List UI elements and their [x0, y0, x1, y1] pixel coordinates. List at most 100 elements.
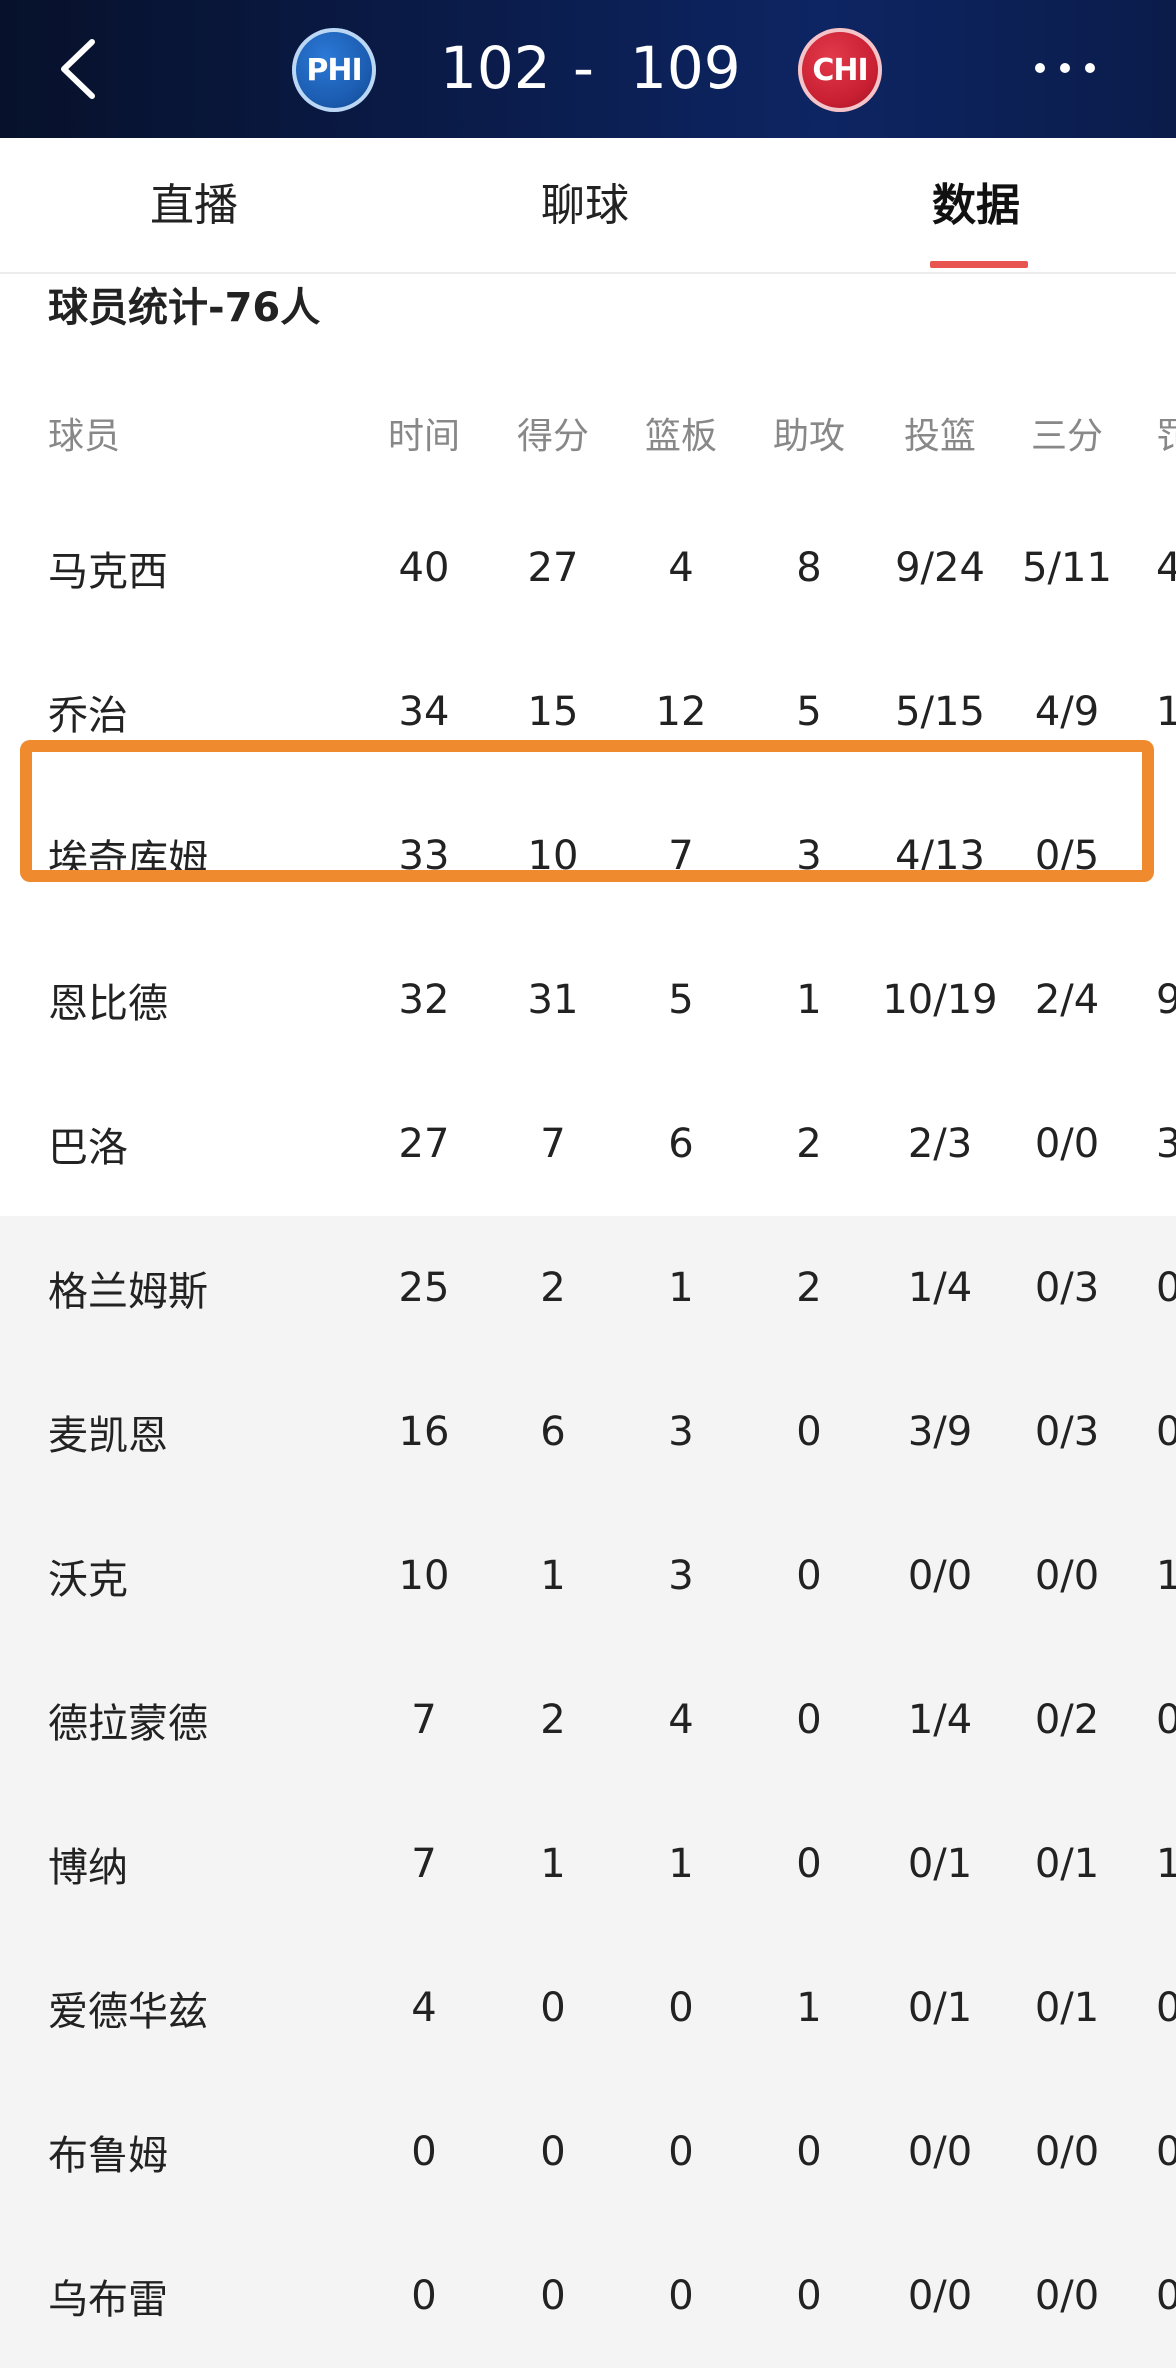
highlight-box — [20, 740, 1154, 882]
table-row[interactable]: 马克西 40 27 4 8 9/24 5/11 4 — [0, 496, 1176, 640]
player-name: 巴洛 — [48, 1125, 128, 1171]
player-name: 恩比德 — [48, 981, 168, 1027]
assists-cell: 0 — [796, 2273, 822, 2319]
field-goals-cell: 3/9 — [907, 1409, 973, 1455]
points-cell: 6 — [540, 1409, 566, 1455]
table-row[interactable]: 德拉蒙德 7 2 4 0 1/4 0/2 0 — [0, 1648, 1176, 1792]
three-pointers-cell: 0/1 — [1034, 1985, 1100, 2031]
minutes-cell: 32 — [398, 977, 450, 1023]
header-field-goals: 投篮 — [903, 416, 976, 457]
points-cell: 1 — [540, 1841, 566, 1887]
assists-cell: 1 — [796, 1985, 822, 2031]
field-goals-cell: 9/24 — [895, 545, 985, 591]
points-cell: 1 — [540, 1553, 566, 1599]
header-points: 得分 — [516, 416, 589, 457]
table-row[interactable]: 格兰姆斯 25 2 1 2 1/4 0/3 0 — [0, 1216, 1176, 1360]
header-player: 球员 — [48, 416, 121, 457]
back-button[interactable] — [52, 36, 112, 102]
points-cell: 2 — [540, 1265, 566, 1311]
minutes-cell: 4 — [411, 1985, 437, 2031]
player-name: 博纳 — [48, 1845, 128, 1891]
free-throws-cell: 1 — [1156, 1841, 1176, 1887]
away-score: 109 — [630, 34, 741, 102]
three-pointers-cell: 0/0 — [1034, 1553, 1100, 1599]
table-row[interactable]: 布鲁姆 0 0 0 0 0/0 0/0 0 — [0, 2080, 1176, 2224]
three-pointers-cell: 5/11 — [1022, 545, 1112, 591]
assists-cell: 0 — [796, 1409, 822, 1455]
player-name: 麦凯恩 — [48, 1413, 168, 1459]
rebounds-cell: 4 — [668, 1697, 694, 1743]
free-throws-cell: 9 — [1156, 977, 1176, 1023]
table-row[interactable]: 恩比德 32 31 5 1 10/19 2/4 9 — [0, 928, 1176, 1072]
three-pointers-cell: 0/2 — [1034, 1697, 1100, 1743]
points-cell: 0 — [540, 2273, 566, 2319]
rebounds-cell: 5 — [668, 977, 694, 1023]
tab-chat[interactable]: 聊球 — [541, 176, 629, 236]
header-minutes: 时间 — [387, 416, 460, 457]
assists-cell: 0 — [796, 1697, 822, 1743]
player-name: 格兰姆斯 — [48, 1269, 208, 1315]
table-row[interactable]: 乌布雷 0 0 0 0 0/0 0/0 0 — [0, 2224, 1176, 2368]
points-cell: 31 — [527, 977, 579, 1023]
points-cell: 7 — [540, 1121, 566, 1167]
rebounds-cell: 0 — [668, 2129, 694, 2175]
player-name: 乌布雷 — [48, 2277, 168, 2323]
tab-bar: 直播 聊球 数据 — [0, 138, 1176, 274]
points-cell: 27 — [527, 545, 579, 591]
rebounds-cell: 1 — [668, 1265, 694, 1311]
table-row[interactable]: 博纳 7 1 1 0 0/1 0/1 1 — [0, 1792, 1176, 1936]
field-goals-cell: 10/19 — [882, 977, 998, 1023]
minutes-cell: 16 — [398, 1409, 450, 1455]
minutes-cell: 10 — [398, 1553, 450, 1599]
header-three-pointers: 三分 — [1030, 416, 1103, 457]
three-pointers-cell: 0/3 — [1034, 1265, 1100, 1311]
minutes-cell: 27 — [398, 1121, 450, 1167]
assists-cell: 2 — [796, 1121, 822, 1167]
rebounds-cell: 1 — [668, 1841, 694, 1887]
field-goals-cell: 2/3 — [907, 1121, 973, 1167]
rebounds-cell: 3 — [668, 1553, 694, 1599]
three-pointers-cell: 2/4 — [1034, 977, 1100, 1023]
section-title: 球员统计-76人 — [48, 285, 321, 331]
away-team-logo[interactable]: CHI — [798, 28, 882, 112]
table-row[interactable]: 沃克 10 1 3 0 0/0 0/0 1 — [0, 1504, 1176, 1648]
player-stats-table: 球员 时间 得分 篮板 助攻 投篮 三分 罚 马克西 40 27 4 8 9/24 5/11… — [0, 370, 1176, 2368]
player-name: 沃克 — [48, 1557, 128, 1603]
field-goals-cell: 0/0 — [907, 2273, 973, 2319]
header-assists: 助攻 — [772, 416, 845, 457]
free-throws-cell: 0 — [1156, 1697, 1176, 1743]
three-pointers-cell: 0/0 — [1034, 2273, 1100, 2319]
free-throws-cell: 4 — [1156, 545, 1176, 591]
home-team-logo[interactable]: PHI — [292, 28, 376, 112]
assists-cell: 0 — [796, 2129, 822, 2175]
table-row[interactable]: 麦凯恩 16 6 3 0 3/9 0/3 0 — [0, 1360, 1176, 1504]
minutes-cell: 0 — [411, 2273, 437, 2319]
table-header-row: 球员 时间 得分 篮板 助攻 投篮 三分 罚 — [0, 370, 1176, 496]
free-throws-cell: 1 — [1156, 1553, 1176, 1599]
field-goals-cell: 0/0 — [907, 2129, 973, 2175]
minutes-cell: 40 — [398, 545, 450, 591]
three-pointers-cell: 0/0 — [1034, 1121, 1100, 1167]
free-throws-cell: 0 — [1156, 2273, 1176, 2319]
minutes-cell: 7 — [411, 1697, 437, 1743]
field-goals-cell: 0/1 — [907, 1985, 973, 2031]
table-row[interactable]: 爱德华兹 4 0 0 1 0/1 0/1 0 — [0, 1936, 1176, 2080]
three-pointers-cell: 0/0 — [1034, 2129, 1100, 2175]
tab-live[interactable]: 直播 — [150, 176, 238, 236]
more-button[interactable] — [1030, 48, 1100, 88]
field-goals-cell: 0/1 — [907, 1841, 973, 1887]
header-rebounds: 篮板 — [644, 416, 717, 457]
player-name: 爱德华兹 — [48, 1989, 208, 2035]
assists-cell: 2 — [796, 1265, 822, 1311]
free-throws-cell: 3 — [1156, 1121, 1176, 1167]
assists-cell: 8 — [796, 545, 822, 591]
rebounds-cell: 6 — [668, 1121, 694, 1167]
field-goals-cell: 0/0 — [907, 1553, 973, 1599]
more-dots-icon — [1035, 63, 1095, 73]
tab-data[interactable]: 数据 — [932, 176, 1020, 236]
header-free-throws: 罚 — [1156, 416, 1176, 457]
active-tab-indicator — [930, 261, 1028, 268]
table-row[interactable]: 巴洛 27 7 6 2 2/3 0/0 3 — [0, 1072, 1176, 1216]
minutes-cell: 7 — [411, 1841, 437, 1887]
score-separator: - — [573, 34, 594, 102]
